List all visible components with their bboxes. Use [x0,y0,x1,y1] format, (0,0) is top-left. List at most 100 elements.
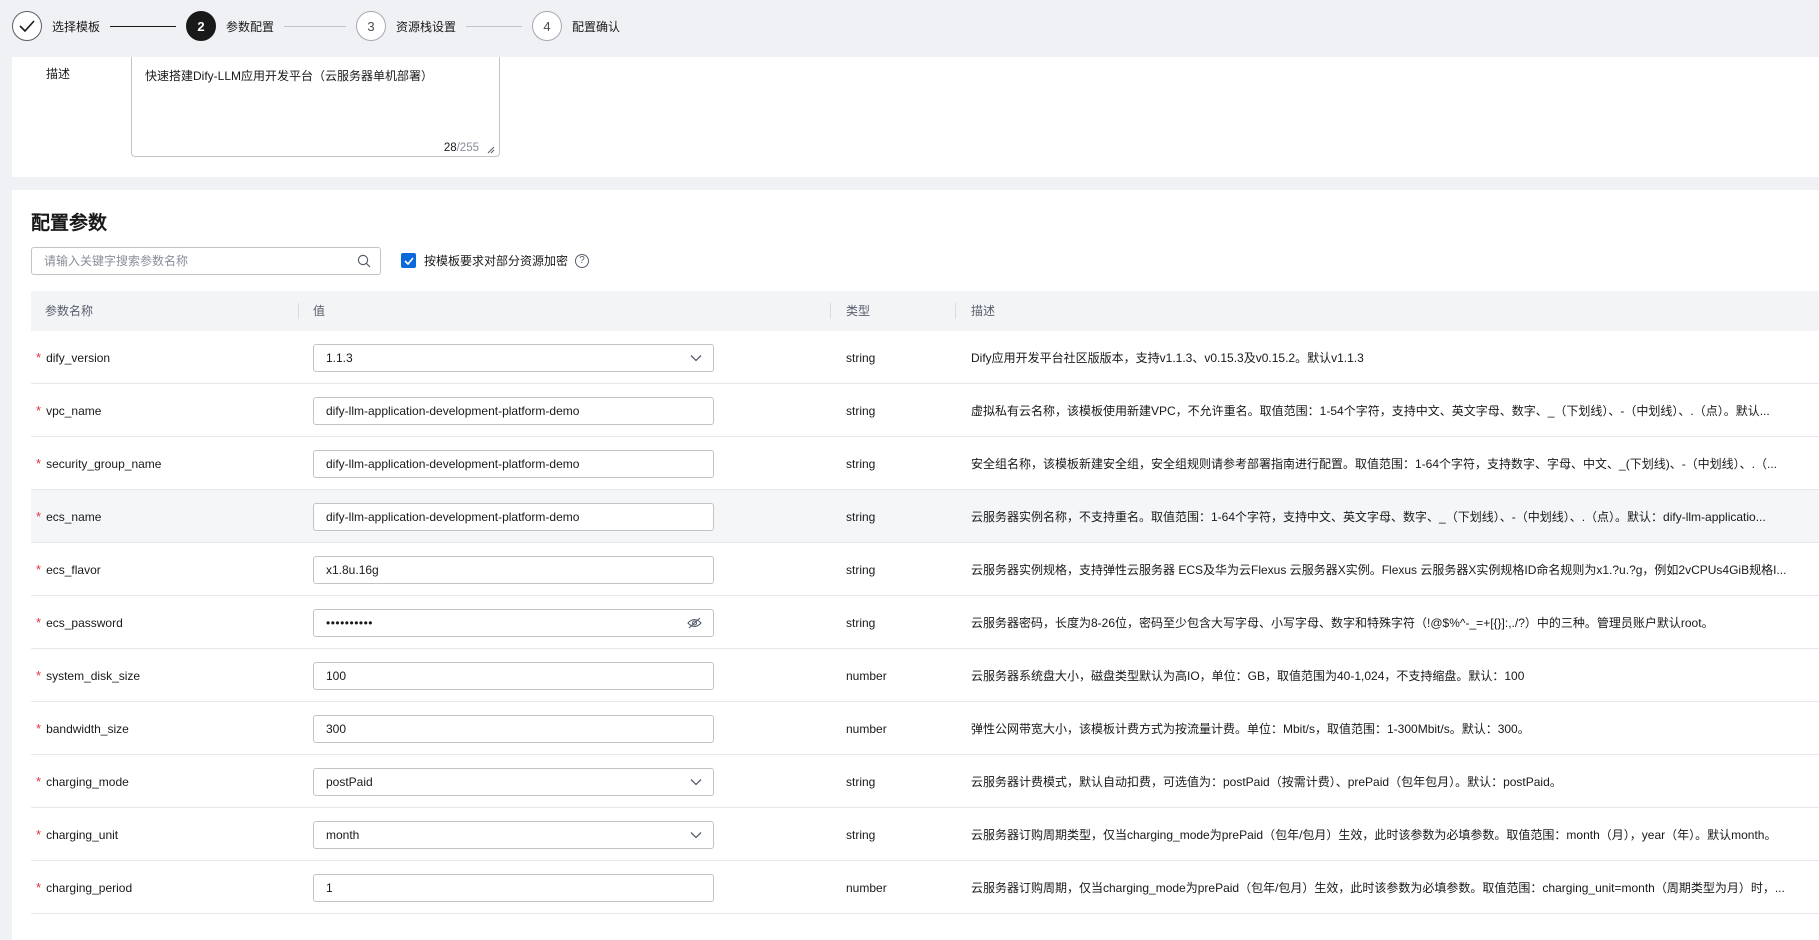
ecs-flavor-input[interactable]: x1.8u.16g [313,555,714,584]
param-desc: 安全组名称，该模板新建安全组，安全组规则请参考部署指南进行配置。取值范围：1-6… [971,437,1789,490]
step-label: 参数配置 [226,19,275,34]
col-divider [830,303,831,319]
step-label: 资源栈设置 [396,19,457,34]
chevron-down-icon [690,778,702,785]
required-mark: * [36,774,42,789]
char-counter: 28/255 [444,142,479,154]
select-value: month [326,827,360,842]
param-desc-text: Dify应用开发平台社区版版本，支持v1.1.3、v0.15.3及v0.15.2… [971,351,1364,365]
system-disk-size-input[interactable]: 100 [313,661,714,690]
table-row: * ecs_password •••••••••• string 云服务器密码，… [31,596,1819,649]
param-desc: 虚拟私有云名称，该模板使用新建VPC，不允许重名。取值范围：1-54个字符，支持… [971,384,1789,437]
param-value: dify-llm-application-development-platfor… [313,437,714,490]
step-number: 4 [532,11,563,41]
charging-mode-select[interactable]: postPaid [313,767,714,796]
input-value: dify-llm-application-development-platfor… [326,509,580,524]
description-panel: 描述 快速搭建Dify-LLM应用开发平台（云服务器单机部署） 28/255 [12,57,1819,177]
encrypt-label: 按模板要求对部分资源加密 [424,254,569,268]
description-value: 快速搭建Dify-LLM应用开发平台（云服务器单机部署） [145,69,434,83]
param-name: * ecs_password [36,596,123,649]
chevron-down-icon [690,354,702,361]
param-value: postPaid [313,755,714,808]
param-name-text: ecs_flavor [46,562,101,577]
param-desc-text: 安全组名称，该模板新建安全组，安全组规则请参考部署指南进行配置。取值范围：1-6… [971,457,1778,471]
stepper: 选择模板 2 参数配置 3 资源栈设置 4 配置确认 [0,0,1819,52]
param-value: 300 [313,702,714,755]
step-number: 3 [356,11,387,41]
col-header-desc: 描述 [971,304,996,318]
select-value: postPaid [326,774,373,789]
param-name-text: security_group_name [46,456,162,471]
required-mark: * [36,403,42,418]
param-type: string [846,456,876,471]
table-row: * ecs_name dify-llm-application-developm… [31,490,1819,543]
help-icon[interactable]: ? [575,253,590,268]
charging-unit-select[interactable]: month [313,820,714,849]
ecs-name-input[interactable]: dify-llm-application-development-platfor… [313,502,714,531]
param-value: 1.1.3 [313,331,714,384]
bandwidth-size-input[interactable]: 300 [313,714,714,743]
char-count: 28 [443,142,457,154]
step-stack-settings[interactable]: 3 资源栈设置 [356,11,456,41]
col-divider [955,303,956,319]
ecs-password-input[interactable]: •••••••••• [313,608,714,637]
step-select-template[interactable]: 选择模板 [12,11,100,41]
required-mark: * [36,721,42,736]
table-row: * security_group_name dify-llm-applicati… [31,437,1819,490]
param-name-text: vpc_name [46,403,102,418]
param-name: * system_disk_size [36,649,140,702]
param-type: string [846,827,876,842]
param-desc-text: 云服务器密码，长度为8-26位，密码至少包含大写字母、小写字母、数字和特殊字符（… [971,616,1714,630]
required-mark: * [36,509,42,524]
param-value: •••••••••• [313,596,714,649]
param-type: number [846,880,887,895]
param-name: * security_group_name [36,437,161,490]
security-group-name-input[interactable]: dify-llm-application-development-platfor… [313,449,714,478]
param-desc-text: 云服务器系统盘大小，磁盘类型默认为高IO，单位：GB，取值范围为40-1,024… [971,669,1525,683]
step-confirm[interactable]: 4 配置确认 [532,11,620,41]
table-row: * charging_mode postPaid string 云服务器计费模式… [31,755,1819,808]
param-type: number [846,668,887,683]
eye-off-icon[interactable] [687,617,702,629]
charging-period-input[interactable]: 1 [313,873,714,902]
param-value: month [313,808,714,861]
param-value: x1.8u.16g [313,543,714,596]
required-mark: * [36,456,42,471]
param-type: string [846,509,876,524]
param-desc: Dify应用开发平台社区版版本，支持v1.1.3、v0.15.3及v0.15.2… [971,331,1789,384]
table-header: 参数名称 值 类型 描述 [31,291,1819,331]
param-desc: 云服务器计费模式，默认自动扣费，可选值为：postPaid（按需计费）、preP… [971,755,1789,808]
table-body: * dify_version 1.1.3 string Dify应用开发平台社区… [31,331,1819,914]
param-desc: 云服务器系统盘大小，磁盘类型默认为高IO，单位：GB，取值范围为40-1,024… [971,649,1789,702]
param-type: string [846,562,876,577]
select-value: 1.1.3 [326,350,353,365]
param-desc-text: 云服务器实例规格，支持弹性云服务器 ECS及华为云Flexus 云服务器X实例。… [971,563,1787,577]
step-number: 2 [186,11,217,41]
step-label: 配置确认 [572,19,621,34]
input-value: x1.8u.16g [326,562,379,577]
param-desc-text: 云服务器订购周期，仅当charging_mode为prePaid（包年/包月）生… [971,881,1785,895]
resize-handle-icon[interactable] [486,145,495,154]
section-title: 配置参数 [31,213,108,234]
search-field[interactable] [31,247,381,275]
param-desc: 云服务器实例规格，支持弹性云服务器 ECS及华为云Flexus 云服务器X实例。… [971,543,1789,596]
description-textarea[interactable]: 快速搭建Dify-LLM应用开发平台（云服务器单机部署） 28/255 [131,57,500,157]
table-row: * charging_period 1 number 云服务器订购周期，仅当ch… [31,861,1819,914]
encrypt-checkbox[interactable] [401,253,416,268]
param-value: dify-llm-application-development-platfor… [313,490,714,543]
dify-version-select[interactable]: 1.1.3 [313,343,714,372]
col-header-name: 参数名称 [45,304,94,318]
param-name: * charging_mode [36,755,129,808]
vpc-name-input[interactable]: dify-llm-application-development-platfor… [313,396,714,425]
table-row: * vpc_name dify-llm-application-developm… [31,384,1819,437]
search-icon[interactable] [357,254,371,268]
required-mark: * [36,562,42,577]
encrypt-option: 按模板要求对部分资源加密 ? [401,252,590,269]
table-row: * system_disk_size 100 number 云服务器系统盘大小，… [31,649,1819,702]
config-panel: 配置参数 按模板要求对部分资源加密 ? 参数名称 值 类型 描述 * dify_… [12,190,1819,940]
param-desc: 云服务器密码，长度为8-26位，密码至少包含大写字母、小写字母、数字和特殊字符（… [971,596,1789,649]
step-param-config[interactable]: 2 参数配置 [186,11,274,41]
chevron-down-icon [690,831,702,838]
search-input[interactable] [44,254,334,268]
param-name-text: ecs_password [46,615,123,630]
